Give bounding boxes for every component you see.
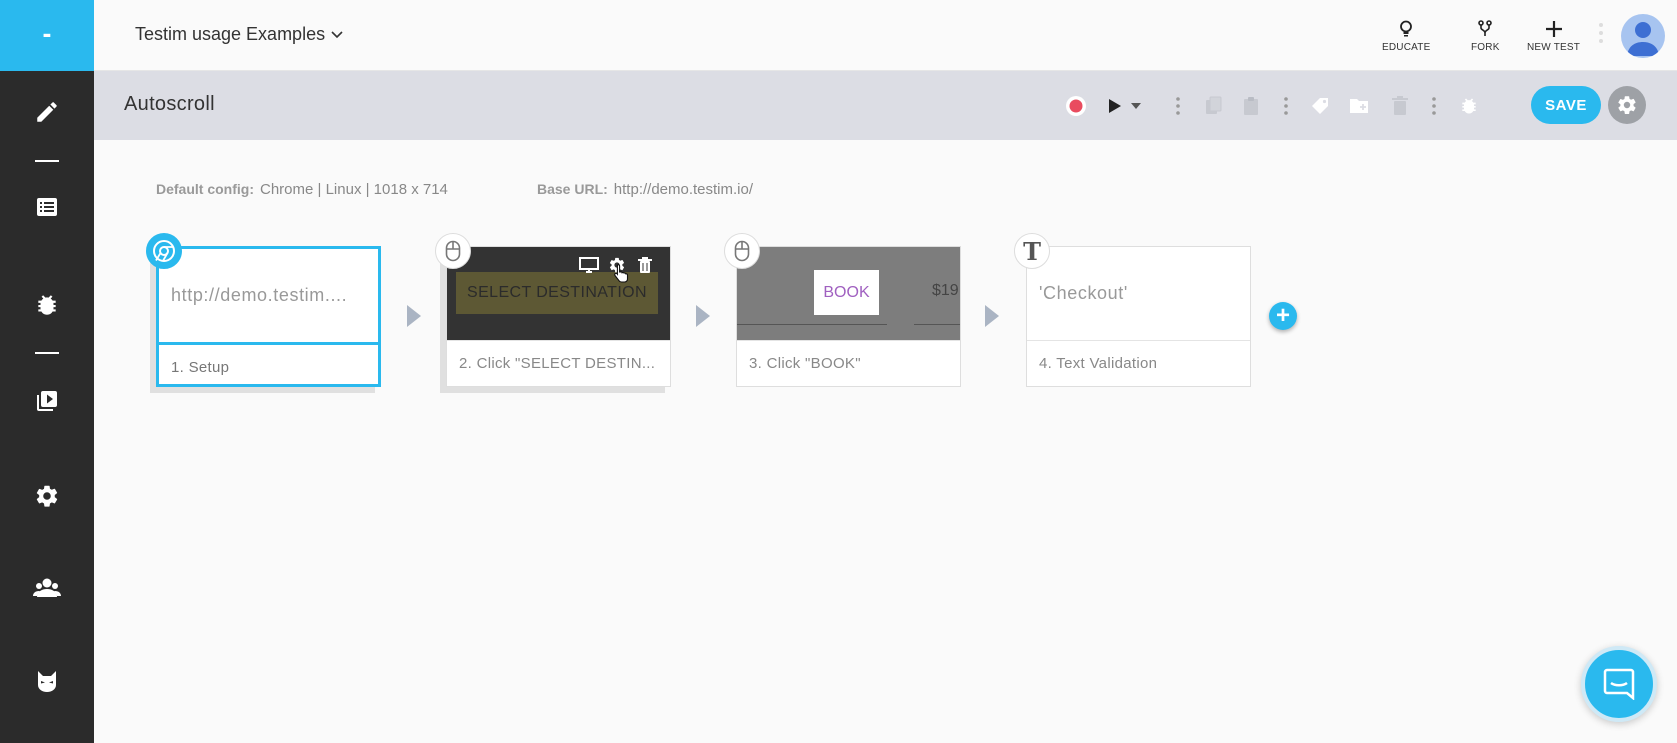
fork-button[interactable]: FORK xyxy=(1471,20,1500,53)
step-thumbnail: http://demo.testim.... xyxy=(159,249,378,342)
test-settings-button[interactable] xyxy=(1608,86,1646,124)
plus-icon: + xyxy=(1275,302,1290,329)
step-arrow xyxy=(985,305,999,327)
runs-icon[interactable] xyxy=(27,381,67,421)
avatar[interactable] xyxy=(1621,14,1665,58)
step-thumb-text: 'Checkout' xyxy=(1039,283,1128,303)
sidebar: - xyxy=(0,0,94,743)
caret-down-icon xyxy=(1131,103,1141,109)
gear-icon xyxy=(1618,96,1636,114)
folder-add-icon xyxy=(1350,99,1368,113)
chat-icon xyxy=(1603,668,1635,700)
test-toolbar: Autoscroll SAVE xyxy=(94,71,1677,140)
step-card-click-book[interactable]: BOOK $19 3. Click "BOOK" xyxy=(736,246,961,387)
step-arrow xyxy=(696,305,710,327)
bug-icon[interactable] xyxy=(27,285,67,325)
add-step-button[interactable]: + xyxy=(1269,302,1297,330)
label-button[interactable] xyxy=(1308,94,1332,118)
step-thumbnail: BOOK $19 xyxy=(737,247,960,340)
project-selector[interactable]: Testim usage Examples xyxy=(135,24,343,45)
step-caption: 3. Click "BOOK" xyxy=(737,340,960,387)
debug-button[interactable] xyxy=(1457,94,1481,118)
sidebar-divider xyxy=(35,160,59,162)
edit-icon[interactable] xyxy=(27,92,67,132)
thumb-line xyxy=(914,324,960,325)
step-card-text-validation[interactable]: 'Checkout' 4. Text Validation xyxy=(1026,246,1251,387)
step-thumbnail: 'Checkout' xyxy=(1027,247,1250,340)
play-button[interactable] xyxy=(1103,94,1127,118)
trash-icon[interactable] xyxy=(638,257,652,273)
trash-icon xyxy=(1392,96,1408,115)
more-vertical-icon xyxy=(1176,97,1180,115)
thumb-price: $19 xyxy=(932,282,959,299)
sidebar-divider xyxy=(35,352,59,354)
new-test-button[interactable]: NEW TEST xyxy=(1527,20,1580,53)
base-url-label: Base URL: xyxy=(537,181,608,197)
step-thumb-text: BOOK xyxy=(823,283,870,301)
add-to-folder-button[interactable] xyxy=(1348,94,1372,118)
educate-button[interactable]: EDUCATE xyxy=(1382,20,1430,53)
mouse-icon xyxy=(435,233,471,269)
lightbulb-icon xyxy=(1400,20,1413,37)
test-name[interactable]: Autoscroll xyxy=(124,93,215,116)
new-test-label: NEW TEST xyxy=(1527,42,1581,53)
thumb-line xyxy=(737,324,887,325)
chrome-icon xyxy=(146,233,182,269)
copy-button[interactable] xyxy=(1202,94,1226,118)
base-url-value: http://demo.testim.io/ xyxy=(613,181,754,198)
default-config[interactable]: Default config: Chrome | Linux | 1018 x 7… xyxy=(156,181,448,198)
fork-label: FORK xyxy=(1471,42,1500,53)
list-icon[interactable] xyxy=(27,187,67,227)
team-icon[interactable] xyxy=(27,567,67,607)
save-button[interactable]: SAVE xyxy=(1531,86,1601,124)
more-vertical-icon[interactable] xyxy=(1599,22,1603,44)
project-title: Testim usage Examples xyxy=(135,24,326,44)
user-icon xyxy=(1627,22,1659,56)
step-caption: 1. Setup xyxy=(159,342,378,389)
bug-icon xyxy=(1462,98,1476,114)
chevron-down-icon xyxy=(331,30,343,38)
more-vertical-icon xyxy=(1284,97,1288,115)
educate-label: EDUCATE xyxy=(1382,42,1431,53)
tag-icon xyxy=(1312,98,1328,114)
step-thumb-text: SELECT DESTINATION xyxy=(467,284,647,301)
default-config-value: Chrome | Linux | 1018 x 714 xyxy=(260,181,448,198)
thumb-book-button: BOOK xyxy=(814,270,879,315)
cat-mask-icon[interactable] xyxy=(27,661,67,701)
more-options-button[interactable] xyxy=(1166,94,1190,118)
more-options-button[interactable] xyxy=(1422,94,1446,118)
copy-icon xyxy=(1206,96,1222,114)
more-options-button[interactable] xyxy=(1274,94,1298,118)
plus-icon xyxy=(1545,21,1562,37)
chat-launcher[interactable] xyxy=(1581,646,1657,722)
base-url[interactable]: Base URL: http://demo.testim.io/ xyxy=(537,181,753,198)
step-caption: 2. Click "SELECT DESTIN... xyxy=(447,340,670,387)
logo[interactable]: - xyxy=(0,0,94,71)
fork-icon xyxy=(1478,20,1493,36)
step-arrow xyxy=(407,305,421,327)
play-icon xyxy=(1109,99,1121,113)
step-thumbnail: SELECT DESTINATION xyxy=(447,247,670,340)
monitor-icon[interactable] xyxy=(579,257,599,273)
step-card-click-select-destination[interactable]: SELECT DESTINATION 2. Click "SELECT DEST… xyxy=(446,246,671,387)
step-card-setup[interactable]: http://demo.testim.... 1. Setup xyxy=(156,246,381,387)
hand-cursor-icon xyxy=(614,263,629,283)
record-button[interactable] xyxy=(1064,94,1088,118)
record-icon xyxy=(1066,96,1086,116)
mouse-icon xyxy=(724,233,760,269)
text-icon: T xyxy=(1014,233,1050,269)
more-vertical-icon xyxy=(1432,97,1436,115)
paste-button[interactable] xyxy=(1239,94,1263,118)
default-config-label: Default config: xyxy=(156,181,254,197)
clipboard-icon xyxy=(1244,97,1258,115)
settings-icon[interactable] xyxy=(27,476,67,516)
step-thumb-text: http://demo.testim.... xyxy=(171,285,348,305)
play-options-dropdown[interactable] xyxy=(1128,94,1144,118)
step-caption: 4. Text Validation xyxy=(1027,340,1250,387)
logo-text: - xyxy=(42,23,52,48)
top-bar: Testim usage Examples EDUCATE FORK NEW T… xyxy=(94,0,1677,71)
delete-button[interactable] xyxy=(1388,94,1412,118)
